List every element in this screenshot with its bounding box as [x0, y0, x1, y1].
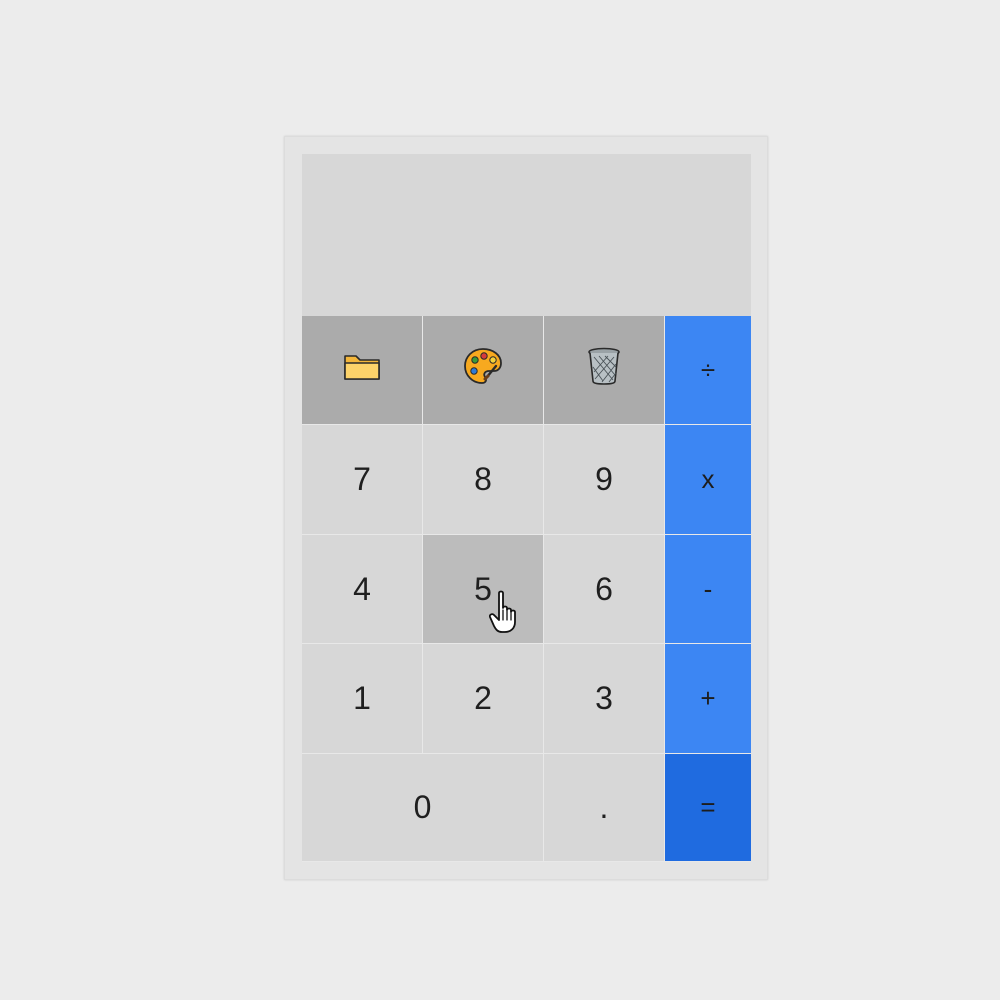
- multiply-button[interactable]: x: [665, 425, 751, 535]
- calculator-display: [302, 154, 751, 316]
- keypad: ÷ 7 8 9 x 4 5 6 - 1 2 3 + 0 . =: [302, 316, 751, 862]
- folder-icon: [343, 351, 381, 389]
- digit-6-button[interactable]: 6: [544, 535, 665, 644]
- subtract-button[interactable]: -: [665, 535, 751, 644]
- digit-8-button[interactable]: 8: [423, 425, 544, 535]
- digit-5-button[interactable]: 5: [423, 535, 544, 644]
- divide-button[interactable]: ÷: [665, 316, 751, 425]
- digit-9-button[interactable]: 9: [544, 425, 665, 535]
- digit-4-button[interactable]: 4: [302, 535, 423, 644]
- palette-icon: [463, 347, 503, 393]
- digit-2-button[interactable]: 2: [423, 644, 544, 754]
- digit-7-button[interactable]: 7: [302, 425, 423, 535]
- add-button[interactable]: +: [665, 644, 751, 754]
- digit-0-button[interactable]: 0: [302, 754, 544, 862]
- trash-icon: [587, 347, 621, 393]
- open-file-button[interactable]: [302, 316, 423, 425]
- digit-1-button[interactable]: 1: [302, 644, 423, 754]
- calculator: ÷ 7 8 9 x 4 5 6 - 1 2 3 + 0 . =: [284, 136, 768, 880]
- equals-button[interactable]: =: [665, 754, 751, 862]
- clear-button[interactable]: [544, 316, 665, 425]
- theme-button[interactable]: [423, 316, 544, 425]
- decimal-button[interactable]: .: [544, 754, 665, 862]
- digit-3-button[interactable]: 3: [544, 644, 665, 754]
